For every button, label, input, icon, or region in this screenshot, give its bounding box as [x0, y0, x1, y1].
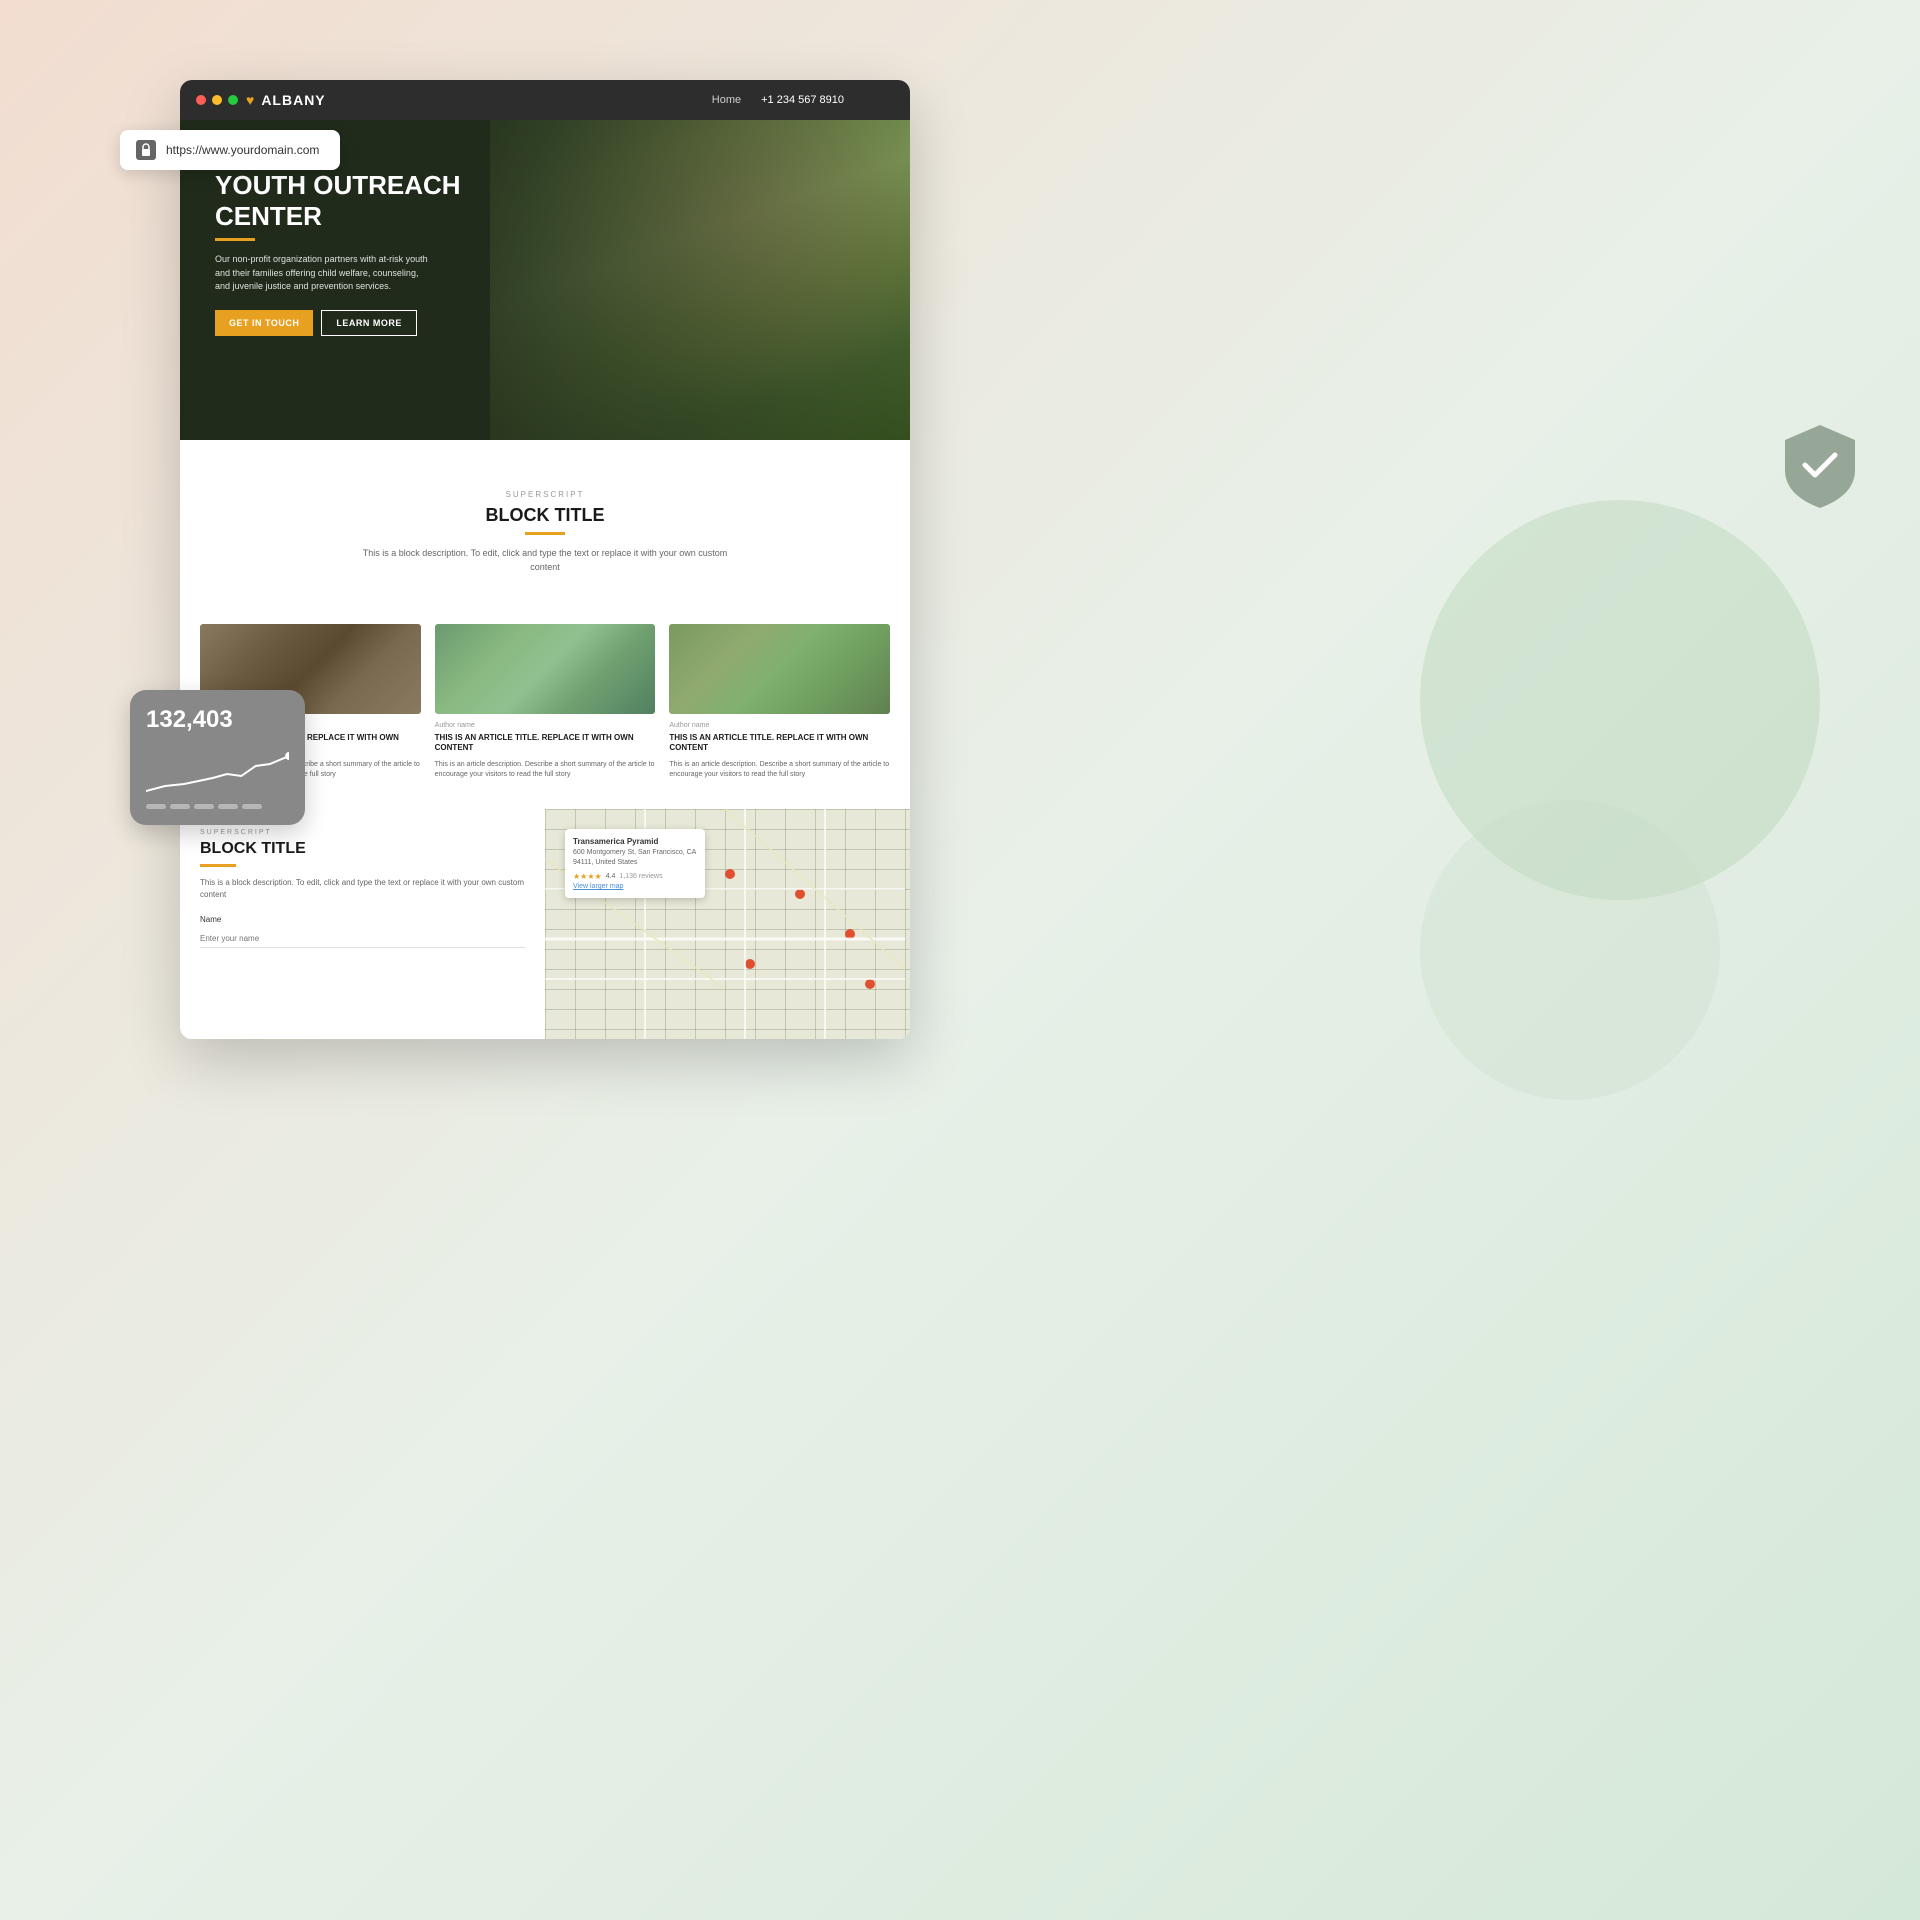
map-reviews: 1,136 reviews — [619, 873, 662, 880]
block-section: SUPERSCRIPT BLOCK TITLE This is a block … — [200, 470, 890, 614]
stats-chart — [146, 746, 289, 796]
lock-icon — [136, 140, 156, 160]
security-badge — [1780, 420, 1860, 510]
map-section: Transamerica Pyramid 600 Montgomery St, … — [545, 809, 910, 1039]
map-background: Transamerica Pyramid 600 Montgomery St, … — [545, 809, 910, 1039]
map-rating-row: ★★★★ 4.4 1,136 reviews — [573, 872, 697, 881]
map-popup-title: Transamerica Pyramid — [573, 837, 697, 846]
get-in-touch-button[interactable]: GET IN TOUCH — [215, 310, 313, 336]
hero-title: YOUTH OUTREACH CENTER — [215, 170, 875, 232]
bottom-section: SUPERSCRIPT BLOCK TITLE This is a block … — [180, 809, 910, 1039]
article-card-3: Author name THIS IS AN ARTICLE TITLE. RE… — [669, 624, 890, 779]
hero-buttons: GET IN TOUCH LEARN MORE — [215, 310, 875, 336]
nav-home-link[interactable]: Home — [712, 94, 741, 106]
site-logo: ♥ ALBANY — [246, 92, 326, 108]
article-image-3 — [669, 624, 890, 714]
map-rating: 4.4 — [606, 873, 616, 880]
article-image-2 — [435, 624, 656, 714]
block-superscript: SUPERSCRIPT — [200, 490, 890, 499]
article-desc-3: This is an article description. Describe… — [669, 760, 890, 780]
hero-underline — [215, 238, 255, 241]
hero-description: Our non-profit organization partners wit… — [215, 253, 435, 294]
name-input[interactable] — [200, 930, 525, 948]
article-title-2: THIS IS AN ARTICLE TITLE. REPLACE IT WIT… — [435, 733, 656, 754]
browser-window: ♥ ALBANY Home +1 234 567 8910 YOUTH OUTR… — [180, 80, 910, 1039]
logo-text: ALBANY — [261, 92, 325, 108]
bg-decoration-2 — [1420, 800, 1720, 1100]
name-label: Name — [200, 915, 525, 924]
nav-phone: +1 234 567 8910 — [761, 94, 844, 106]
url-text: https://www.yourdomain.com — [166, 143, 319, 157]
site-nav-links: Home +1 234 567 8910 — [712, 94, 844, 106]
article-title-3: THIS IS AN ARTICLE TITLE. REPLACE IT WIT… — [669, 733, 890, 754]
learn-more-button[interactable]: LEARN MORE — [321, 310, 417, 336]
url-bar: https://www.yourdomain.com — [120, 130, 340, 170]
block-underline — [525, 532, 565, 535]
block-description: This is a block description. To edit, cl… — [355, 547, 735, 574]
contact-title: BLOCK TITLE — [200, 840, 525, 858]
map-larger-link[interactable]: View larger map — [573, 883, 697, 890]
contact-description: This is a block description. To edit, cl… — [200, 877, 525, 901]
stats-dots — [146, 804, 289, 809]
block-title: BLOCK TITLE — [200, 505, 890, 526]
form-name-field: Name — [200, 915, 525, 948]
stats-number: 132,403 — [146, 706, 289, 734]
map-stars: ★★★★ — [573, 872, 602, 881]
article-author-2: Author name — [435, 722, 656, 729]
article-desc-2: This is an article description. Describe… — [435, 760, 656, 780]
contact-underline — [200, 864, 236, 867]
map-popup-address: 600 Montgomery St, San Francisco, CA 941… — [573, 848, 697, 868]
contact-superscript: SUPERSCRIPT — [200, 829, 525, 836]
article-card-2: Author name THIS IS AN ARTICLE TITLE. RE… — [435, 624, 656, 779]
stats-widget: 132,403 — [130, 690, 305, 825]
contact-section: SUPERSCRIPT BLOCK TITLE This is a block … — [180, 809, 545, 1039]
article-author-3: Author name — [669, 722, 890, 729]
map-popup: Transamerica Pyramid 600 Montgomery St, … — [565, 829, 705, 898]
browser-chrome: ♥ ALBANY Home +1 234 567 8910 — [180, 80, 910, 120]
heart-icon: ♥ — [246, 92, 255, 108]
